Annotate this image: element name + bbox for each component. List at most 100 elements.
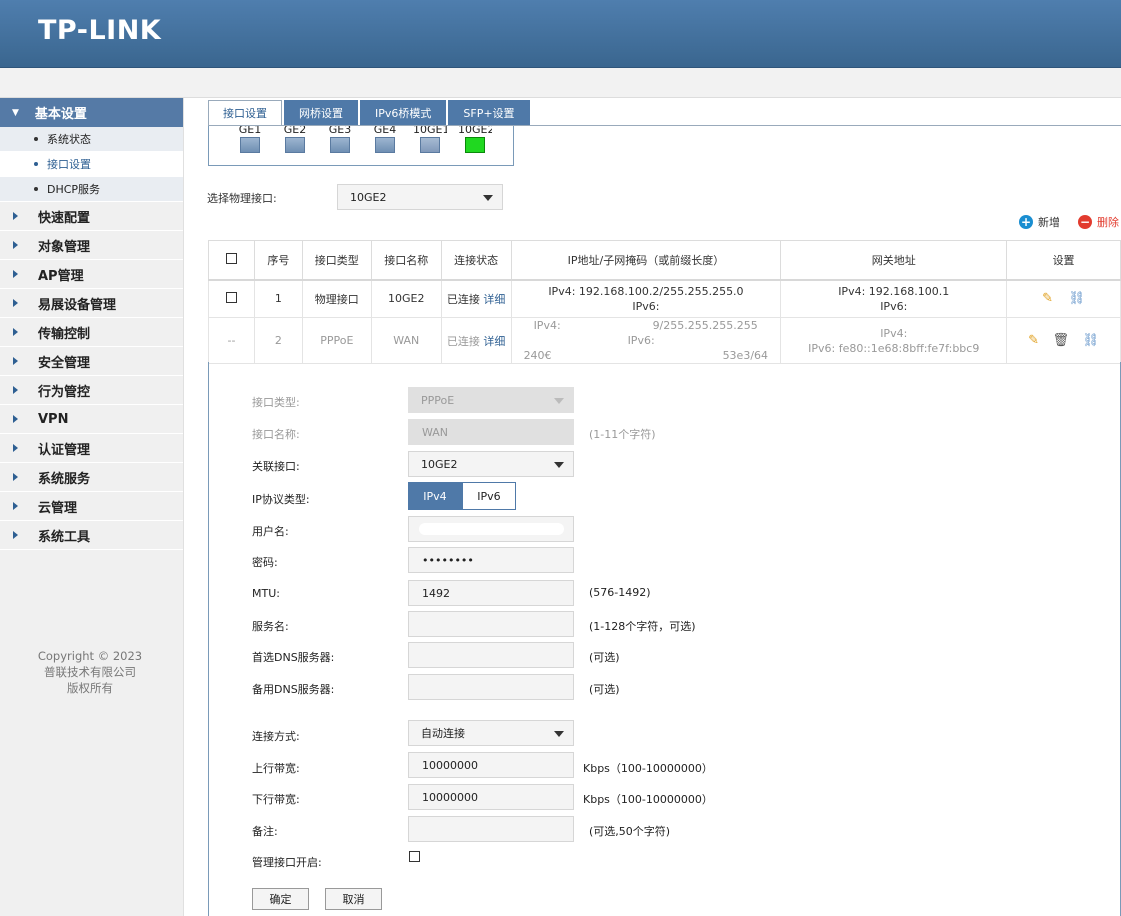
port-label: 10GE2: [458, 126, 492, 136]
cancel-button[interactable]: 取消: [325, 888, 382, 910]
bullet-icon: [34, 187, 38, 191]
port-ge3[interactable]: GE3: [323, 126, 357, 153]
download-bandwidth-label: 下行带宽:: [252, 793, 300, 806]
sidebar-item-object-mgmt[interactable]: 对象管理: [0, 231, 183, 260]
ipv4-label: IPv4:: [533, 319, 561, 332]
port-label: GE1: [238, 126, 262, 136]
ip-protocol-label: IP协议类型:: [252, 493, 310, 506]
port-10ge2[interactable]: 10GE2: [458, 126, 492, 153]
edit-form: 接口类型: PPPoE 接口名称: WAN (1-11个字符) 关联接口: 10…: [208, 362, 1121, 916]
secondary-dns-field[interactable]: [408, 674, 574, 700]
password-field[interactable]: ••••••••: [408, 547, 574, 573]
port-ge1[interactable]: GE1: [233, 126, 267, 153]
bullet-icon: [34, 162, 38, 166]
ipv6-toggle-button[interactable]: IPv6: [462, 482, 516, 510]
link-chain-icon[interactable]: ⛓: [1083, 333, 1100, 348]
port-ge2[interactable]: GE2: [278, 126, 312, 153]
physical-interface-label: 选择物理接口:: [207, 192, 277, 205]
mtu-field[interactable]: 1492: [408, 580, 574, 606]
ipv4-toggle-button[interactable]: IPv4: [408, 482, 462, 510]
caret-right-icon: [13, 502, 18, 510]
status-text: 已连接: [446, 292, 480, 306]
edit-pencil-icon[interactable]: ✎: [1042, 291, 1053, 306]
port-10ge1[interactable]: 10GE1: [413, 126, 447, 153]
download-bandwidth-field[interactable]: 10000000: [408, 784, 574, 810]
select-all-checkbox[interactable]: [225, 252, 237, 264]
username-field[interactable]: [408, 516, 574, 542]
port-label: GE2: [283, 126, 307, 136]
interface-table: 序号 接口类型 接口名称 连接状态 IP地址/子网掩码（或前缀长度） 网关地址 …: [208, 240, 1121, 364]
primary-dns-field[interactable]: [408, 642, 574, 668]
sidebar-item-transfer-control[interactable]: 传输控制: [0, 318, 183, 347]
service-name-field[interactable]: [408, 611, 574, 637]
sidebar-item-behavior[interactable]: 行为管控: [0, 376, 183, 405]
tab-ipv6-bridge[interactable]: IPv6桥模式: [360, 100, 447, 126]
ip-protocol-toggle: IPv4 IPv6: [408, 482, 516, 510]
delete-button[interactable]: − 删除: [1078, 214, 1119, 230]
ipv6-label: IPv6:: [627, 334, 655, 347]
tab-sfp-settings[interactable]: SFP+设置: [448, 100, 530, 126]
minus-circle-icon: −: [1078, 215, 1092, 229]
interface-type-label: 接口类型:: [252, 396, 300, 409]
sidebar-item-dhcp[interactable]: DHCP服务: [0, 177, 183, 202]
edit-pencil-icon[interactable]: ✎: [1028, 333, 1039, 348]
sidebar-item-mesh-device[interactable]: 易展设备管理: [0, 289, 183, 318]
sidebar-item-security[interactable]: 安全管理: [0, 347, 183, 376]
ipv4-gateway: IPv4: 192.168.100.1: [838, 284, 950, 298]
sidebar-group-basic-settings[interactable]: ▼ 基本设置: [0, 98, 183, 127]
sidebar-item-quick-config[interactable]: 快速配置: [0, 202, 183, 231]
column-header: 序号: [253, 240, 303, 281]
mtu-hint: (576-1492): [589, 586, 651, 599]
row-type: PPPoE: [301, 317, 372, 364]
note-field[interactable]: [408, 816, 574, 842]
connect-mode-select[interactable]: 自动连接: [408, 720, 574, 746]
mgmt-interface-checkbox[interactable]: [409, 851, 420, 862]
detail-link[interactable]: 详细: [483, 335, 505, 348]
ok-button[interactable]: 确定: [252, 888, 309, 910]
interface-name-hint: (1-11个字符): [589, 428, 656, 441]
physical-interface-select[interactable]: 10GE2: [337, 184, 503, 210]
caret-down-icon: [554, 731, 564, 737]
sidebar-item-ap-mgmt[interactable]: AP管理: [0, 260, 183, 289]
sidebar-item-interface-settings[interactable]: 接口设置: [0, 152, 183, 177]
sidebar-item-cloud[interactable]: 云管理: [0, 492, 183, 521]
sidebar-group-label: 基本设置: [34, 107, 87, 122]
caret-right-icon: [13, 473, 18, 481]
sidebar-item-label: 系统工具: [38, 529, 91, 545]
top-header: TP-LINK: [0, 0, 1121, 68]
ethernet-port-icon: [330, 137, 350, 153]
plus-circle-icon: +: [1019, 215, 1033, 229]
row-name: 10GE2: [370, 279, 442, 318]
sidebar-item-auth[interactable]: 认证管理: [0, 434, 183, 463]
service-name-hint: (1-128个字符，可选): [589, 620, 696, 633]
add-button[interactable]: + 新增: [1019, 214, 1060, 230]
row-checkbox[interactable]: [225, 291, 237, 303]
sidebar-item-system-tools[interactable]: 系统工具: [0, 521, 183, 550]
port-panel: GE1 GE2 GE3 GE4 10GE1 10GE2: [208, 126, 514, 166]
status-text: 已连接: [446, 334, 480, 348]
sidebar-item-vpn[interactable]: VPN: [0, 405, 183, 434]
upload-bandwidth-field[interactable]: 10000000: [408, 752, 574, 778]
sidebar-item-system-service[interactable]: 系统服务: [0, 463, 183, 492]
select-value: 10GE2: [350, 190, 387, 204]
caret-right-icon: [13, 357, 18, 365]
ipv4-address: IPv4: 192.168.100.2/255.255.255.0: [548, 284, 744, 298]
ipv6-address-partial-start: 240€: [523, 349, 552, 362]
row-settings: ✎ ⛓: [1006, 279, 1121, 318]
port-ge4[interactable]: GE4: [368, 126, 402, 153]
link-chain-icon[interactable]: ⛓: [1069, 291, 1086, 306]
detail-link[interactable]: 详细: [483, 293, 505, 306]
sidebar-item-system-status[interactable]: 系统状态: [0, 127, 183, 152]
row-gateway: IPv4: 192.168.100.1 IPv6:: [780, 279, 1008, 318]
bind-interface-select[interactable]: 10GE2: [408, 451, 574, 477]
trash-icon[interactable]: 🗑: [1053, 333, 1070, 348]
copyright: Copyright © 2023 普联技术有限公司 版权所有: [0, 648, 180, 696]
row-select-cell: [208, 279, 255, 318]
tab-bridge-settings[interactable]: 网桥设置: [284, 100, 358, 126]
copyright-line: 版权所有: [67, 681, 113, 695]
ipv4-gateway: IPv4:: [880, 326, 908, 340]
tab-interface-settings[interactable]: 接口设置: [208, 100, 282, 126]
row-ip: IPv4: 9/255.255.255.255 IPv6: 240€ 53e3/64: [510, 317, 782, 364]
delete-label: 删除: [1097, 216, 1119, 229]
row-settings: ✎ 🗑 ⛓: [1006, 317, 1121, 364]
